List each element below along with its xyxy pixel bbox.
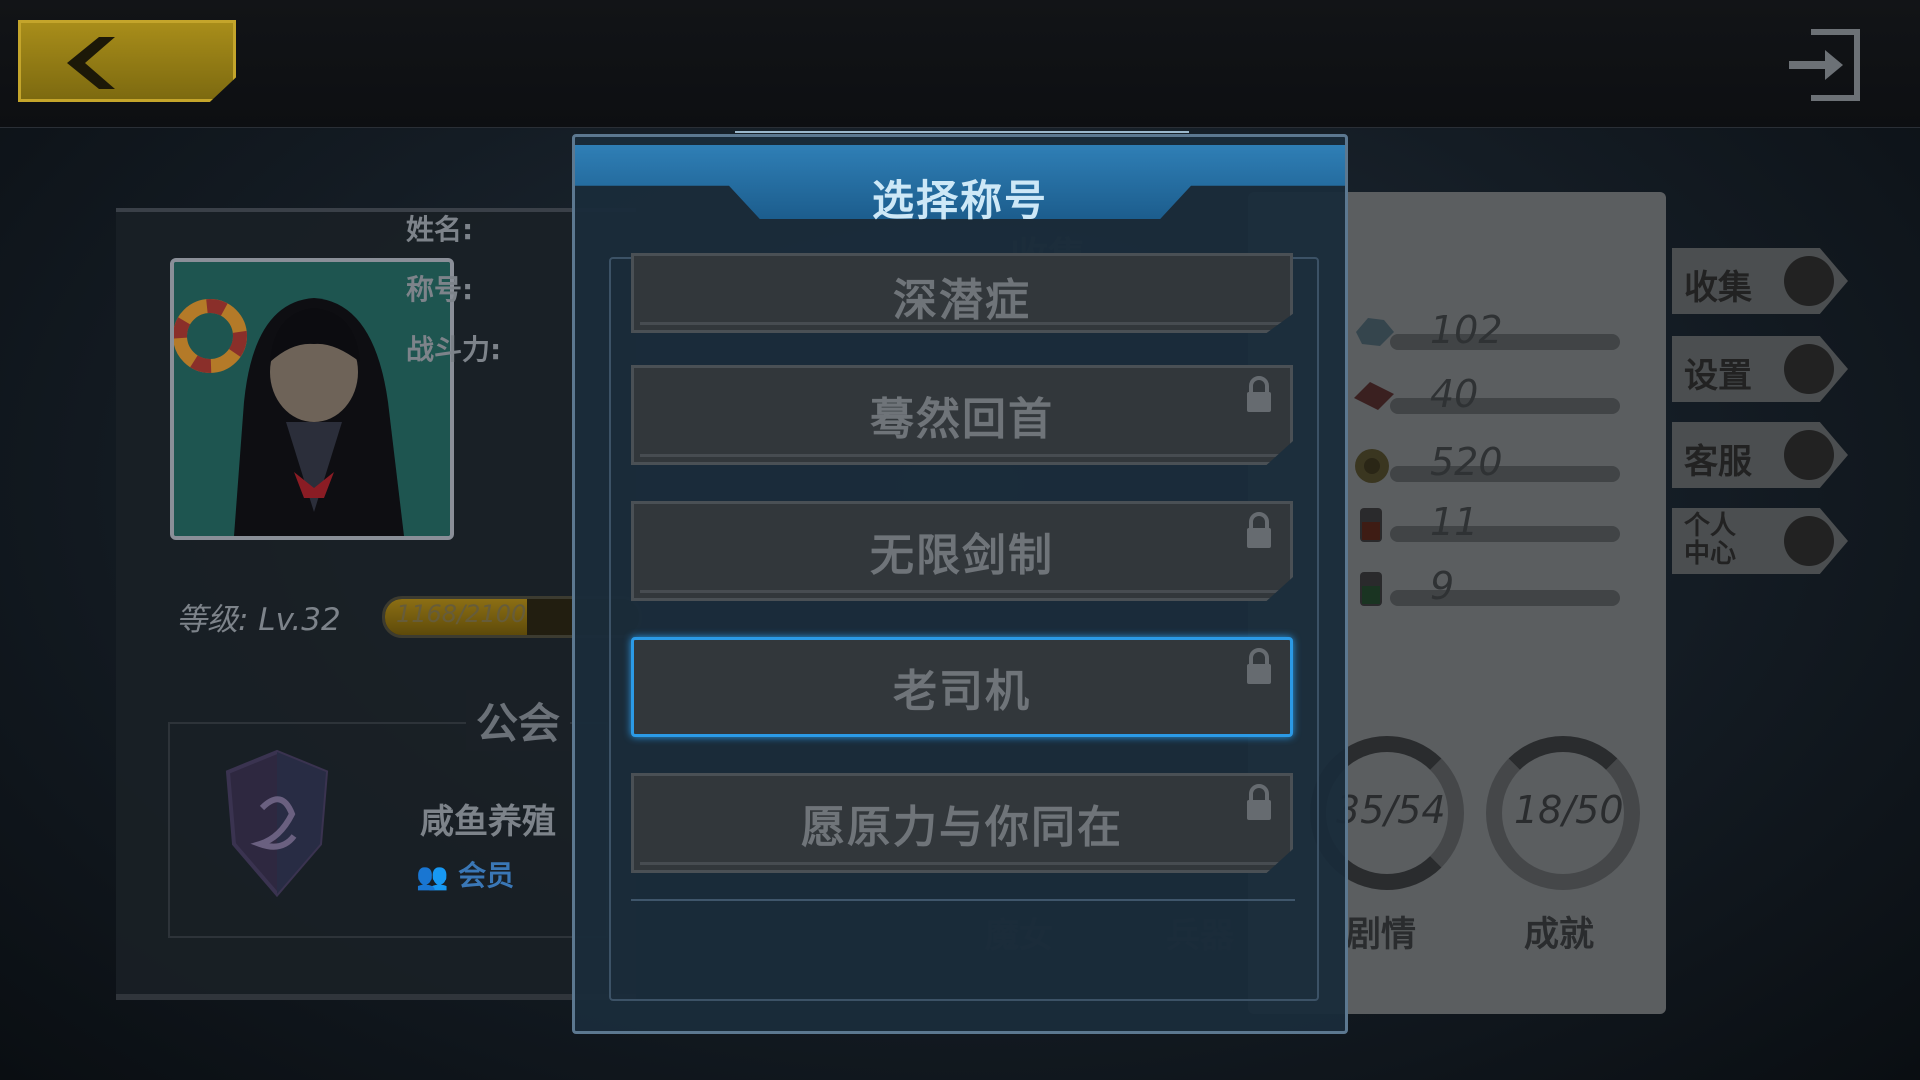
stat-row: 40 <box>1350 372 1640 422</box>
profile-panel: 姓名: 称号: 战斗力: 等级: Lv.32 1168/2100 公会 咸鱼养殖… <box>116 208 642 1000</box>
side-menu-profile-button[interactable]: 个人中心 <box>1672 508 1848 574</box>
stat-value: 40 <box>1430 372 1479 416</box>
side-menu-collect-button[interactable]: 收集 <box>1672 248 1848 314</box>
story-label: 剧情 <box>1346 915 1417 955</box>
title-option[interactable]: 愿原力与你同在 <box>631 773 1293 873</box>
stat-value: 11 <box>1430 500 1479 544</box>
game-screen: 姓名: 称号: 战斗力: 等级: Lv.32 1168/2100 公会 咸鱼养殖… <box>0 0 1920 1080</box>
title-option-label: 老司机 <box>893 666 1031 717</box>
title-option[interactable]: 无限剑制 <box>631 501 1293 601</box>
stat-row: 9 <box>1350 564 1640 614</box>
select-title-dialog: 选择称号 深潜症 蓦然回首 无限剑制 老司机 愿原力与你同在 <box>572 131 1348 1034</box>
title-option[interactable]: 蓦然回首 <box>631 365 1293 465</box>
title-option-label: 深潜症 <box>893 275 1031 326</box>
level-label: 等级: Lv.32 <box>176 602 341 638</box>
top-bar <box>0 0 1920 128</box>
side-menu-label: 客服 <box>1684 442 1752 482</box>
guild-role: 👥 会员 <box>416 854 514 894</box>
pie-chart-icon <box>1784 256 1834 306</box>
side-menu-support-button[interactable]: 客服 <box>1672 422 1848 488</box>
stat-value: 102 <box>1430 308 1503 352</box>
lock-icon <box>1247 512 1271 548</box>
achievement-label: 成就 <box>1524 915 1595 955</box>
stat-row: 102 <box>1350 308 1640 358</box>
dialog-title: 选择称号 <box>871 176 1048 225</box>
title-option-selected[interactable]: 老司机 <box>631 637 1293 737</box>
guild-role-label: 会员 <box>458 859 515 892</box>
side-menu-label: 设置 <box>1684 356 1752 396</box>
title-option-label: 蓦然回首 <box>870 394 1054 445</box>
story-progress-text: 35/54 <box>1336 788 1446 832</box>
stat-row: 11 <box>1350 500 1640 550</box>
title-label: 称号: <box>406 273 474 306</box>
stat-row: 520 <box>1350 440 1640 490</box>
stat-value: 9 <box>1430 564 1455 608</box>
guild-emblem-icon <box>225 749 329 898</box>
xp-text: 1168/2100 <box>396 600 527 628</box>
back-button[interactable] <box>18 20 236 102</box>
lock-icon <box>1247 376 1271 412</box>
members-icon: 👥 <box>416 862 449 892</box>
user-icon <box>1784 516 1834 566</box>
guild-name: 咸鱼养殖 <box>420 802 556 842</box>
name-label: 姓名: <box>406 213 474 246</box>
title-option-label: 无限剑制 <box>870 530 1054 581</box>
panel-divider <box>116 994 636 1000</box>
headset-icon <box>1784 430 1834 480</box>
side-menu-label: 个人中心 <box>1684 511 1737 569</box>
side-menu-label: 收集 <box>1684 268 1752 308</box>
guild-heading: 公会 <box>466 690 571 751</box>
power-label: 战斗力: <box>406 333 502 366</box>
logout-icon <box>1789 29 1860 101</box>
back-arrow-icon <box>67 37 115 89</box>
achievement-progress-text: 18/50 <box>1514 788 1624 832</box>
title-option-label: 愿原力与你同在 <box>801 802 1123 853</box>
gear-icon <box>1784 344 1834 394</box>
side-menu-settings-button[interactable]: 设置 <box>1672 336 1848 402</box>
stat-value: 520 <box>1430 440 1503 484</box>
dialog-header-trim <box>735 131 1189 147</box>
lock-icon <box>1247 648 1271 684</box>
lock-icon <box>1247 784 1271 820</box>
list-divider <box>631 899 1295 901</box>
title-option[interactable]: 深潜症 <box>631 253 1293 333</box>
exit-button[interactable] <box>1787 26 1863 104</box>
